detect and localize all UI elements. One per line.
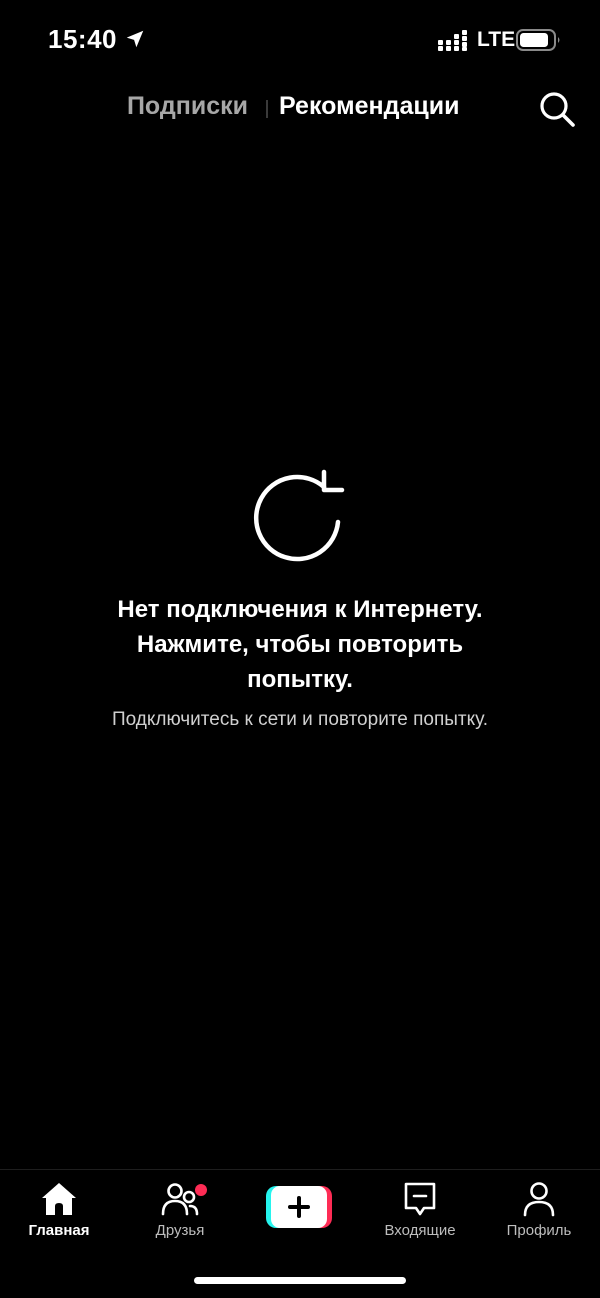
no-connection-message[interactable]: Нет подключения к Интернету. Нажмите, чт… <box>0 468 600 733</box>
tab-divider <box>266 100 268 118</box>
nav-inbox-label: Входящие <box>384 1222 456 1239</box>
nav-friends[interactable]: Друзья <box>125 1180 235 1239</box>
battery-icon <box>516 29 560 51</box>
refresh-icon[interactable] <box>252 468 348 564</box>
status-bar: 15:40 LTE <box>0 0 600 80</box>
network-type: LTE <box>477 28 516 51</box>
friends-icon <box>161 1183 199 1216</box>
home-icon <box>42 1183 76 1215</box>
nav-home-label: Главная <box>28 1222 90 1239</box>
plus-icon-vertical <box>297 1196 301 1218</box>
create-button[interactable] <box>266 1186 332 1228</box>
inbox-icon <box>404 1182 436 1216</box>
nav-home[interactable]: Главная <box>4 1180 114 1239</box>
error-subtitle: Подключитесь к сети и повторите попытку. <box>111 709 489 730</box>
nav-profile[interactable]: Профиль <box>484 1180 594 1239</box>
location-arrow-icon <box>126 30 144 48</box>
status-time: 15:40 <box>48 24 117 54</box>
nav-profile-label: Профиль <box>506 1222 572 1239</box>
nav-inbox[interactable]: Входящие <box>365 1180 475 1239</box>
tab-following[interactable]: Подписки <box>127 92 248 121</box>
friends-notification-dot <box>195 1184 207 1196</box>
cellular-signal-icon <box>438 30 467 51</box>
home-indicator[interactable] <box>194 1277 406 1284</box>
search-icon[interactable] <box>538 90 576 128</box>
feed-tabs: Подписки Рекомендации <box>0 86 600 130</box>
tab-for-you[interactable]: Рекомендации <box>279 92 459 121</box>
error-title: Нет подключения к Интернету. Нажмите, чт… <box>117 596 483 693</box>
profile-icon <box>523 1182 555 1217</box>
nav-friends-label: Друзья <box>155 1222 205 1239</box>
